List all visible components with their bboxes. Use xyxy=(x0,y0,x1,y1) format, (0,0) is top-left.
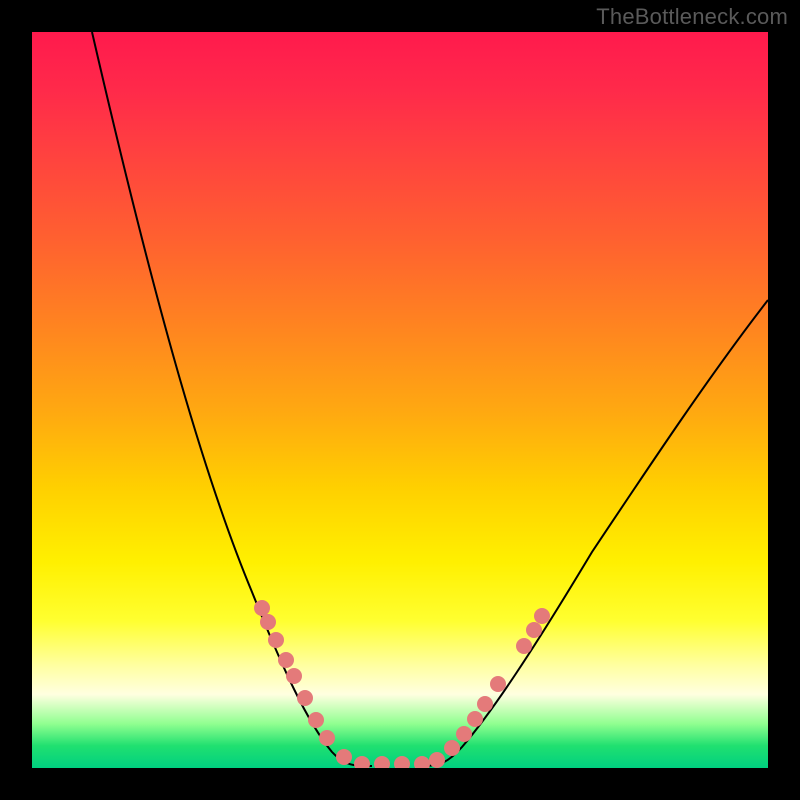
dot xyxy=(444,740,460,756)
watermark-text: TheBottleneck.com xyxy=(596,4,788,30)
dot xyxy=(477,696,493,712)
dot xyxy=(490,676,506,692)
dot xyxy=(308,712,324,728)
left-curve xyxy=(92,32,372,766)
dot xyxy=(268,632,284,648)
dot xyxy=(297,690,313,706)
dot xyxy=(414,756,430,768)
data-dots xyxy=(254,600,550,768)
dot xyxy=(286,668,302,684)
dot xyxy=(534,608,550,624)
dot xyxy=(467,711,483,727)
dot xyxy=(354,756,370,768)
dot xyxy=(374,756,390,768)
dot xyxy=(278,652,294,668)
dot xyxy=(394,756,410,768)
dot xyxy=(336,749,352,765)
dot xyxy=(456,726,472,742)
plot-area xyxy=(32,32,768,768)
right-curve xyxy=(424,300,768,766)
dot xyxy=(260,614,276,630)
dot xyxy=(516,638,532,654)
dot xyxy=(319,730,335,746)
dot xyxy=(429,752,445,768)
chart-svg xyxy=(32,32,768,768)
dot xyxy=(526,622,542,638)
chart-frame: TheBottleneck.com xyxy=(0,0,800,800)
dot xyxy=(254,600,270,616)
